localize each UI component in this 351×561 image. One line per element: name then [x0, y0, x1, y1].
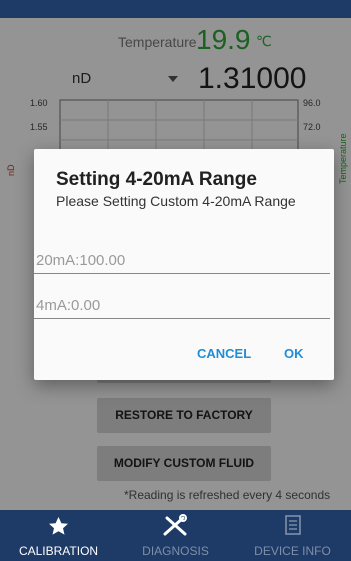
ok-button[interactable]: OK [284, 346, 304, 361]
nav-item-device-info[interactable]: DEVICE INFO [234, 510, 351, 561]
dialog-title: Setting 4-20mA Range [56, 169, 257, 190]
document-icon [285, 515, 301, 535]
nav-item-calibration[interactable]: CALIBRATION [0, 510, 117, 561]
tools-icon [163, 514, 187, 536]
field-20ma [34, 248, 330, 274]
status-bar [0, 0, 351, 18]
app-screen: Temperature 19.9 ℃ nD 1.31000 1.60 1.55 … [0, 0, 351, 561]
range-dialog: Setting 4-20mA Range Please Setting Cust… [34, 149, 334, 380]
cancel-button[interactable]: CANCEL [197, 346, 251, 361]
nav-item-diagnosis[interactable]: DIAGNOSIS [117, 510, 234, 561]
range-20ma-input[interactable] [34, 248, 330, 272]
range-4ma-input[interactable] [34, 293, 330, 317]
dialog-message: Please Setting Custom 4-20mA Range [56, 193, 296, 209]
nav-label-diagnosis: DIAGNOSIS [142, 544, 209, 558]
bottom-navigation: CALIBRATION DIAGNOSIS DEVICE INFO [0, 510, 351, 561]
star-icon [49, 517, 68, 535]
field-4ma [34, 293, 330, 319]
nav-label-device-info: DEVICE INFO [254, 544, 331, 558]
nav-label-calibration: CALIBRATION [18, 544, 99, 558]
